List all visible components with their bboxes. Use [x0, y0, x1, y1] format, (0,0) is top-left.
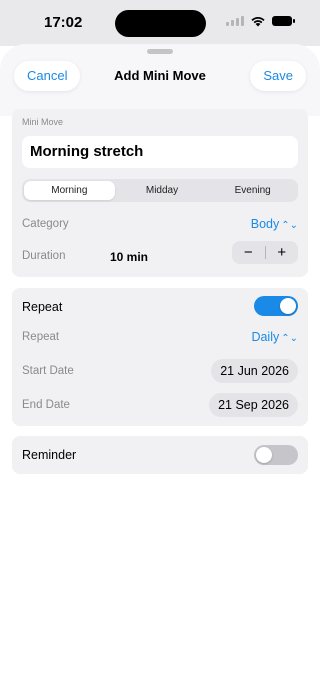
add-mini-move-sheet: Cancel Add Mini Move Save Mini Move Morn… [0, 44, 320, 696]
time-of-day-segmented-control: Morning Midday Evening [22, 179, 298, 202]
reminder-card: Reminder [12, 436, 308, 474]
repeat-frequency-value: Daily [251, 330, 280, 344]
start-date-label: Start Date [22, 365, 74, 377]
segment-midday[interactable]: Midday [117, 179, 208, 202]
category-label: Category [22, 218, 69, 230]
duration-label: Duration [22, 250, 66, 262]
reminder-toggle[interactable] [254, 445, 298, 465]
segment-morning[interactable]: Morning [24, 181, 115, 200]
sheet-grabber[interactable] [147, 49, 173, 54]
mini-move-card: Mini Move Morning stretch Morning Midday… [12, 109, 308, 277]
status-bar: 17:02 [0, 0, 320, 46]
end-date-picker[interactable]: 21 Sep 2026 [209, 393, 298, 417]
category-picker[interactable]: Body ⌃⌄ [251, 217, 298, 231]
repeat-card: Repeat Repeat Daily ⌃⌄ Start Date 21 Jun … [12, 288, 308, 426]
status-icons [226, 15, 295, 27]
cellular-signal-icon [226, 16, 244, 26]
category-value: Body [250, 217, 280, 231]
decrement-button[interactable]: − [232, 241, 265, 264]
start-date-picker[interactable]: 21 Jun 2026 [211, 359, 298, 383]
repeat-frequency-label: Repeat [22, 331, 60, 343]
mini-move-name-field[interactable]: Morning stretch [22, 136, 298, 168]
segment-evening[interactable]: Evening [207, 179, 298, 202]
save-button[interactable]: Save [250, 61, 306, 91]
up-down-chevron-icon: ⌃⌄ [281, 333, 298, 344]
status-time: 17:02 [44, 14, 83, 31]
end-date-label: End Date [22, 399, 70, 411]
toggle-knob [256, 447, 272, 463]
wifi-icon [251, 17, 265, 27]
repeat-frequency-picker[interactable]: Daily ⌃⌄ [251, 330, 298, 344]
increment-button[interactable]: + [266, 241, 299, 264]
repeat-toggle[interactable] [254, 296, 298, 316]
battery-icon [272, 16, 295, 26]
up-down-chevron-icon: ⌃⌄ [281, 220, 298, 231]
duration-value: 10 min [110, 250, 149, 264]
duration-stepper: − + [232, 241, 298, 264]
reminder-label: Reminder [22, 448, 77, 462]
dynamic-island [115, 10, 206, 37]
toggle-knob [280, 298, 296, 314]
repeat-toggle-label: Repeat [22, 300, 63, 314]
section-label-mini-move: Mini Move [22, 117, 64, 127]
